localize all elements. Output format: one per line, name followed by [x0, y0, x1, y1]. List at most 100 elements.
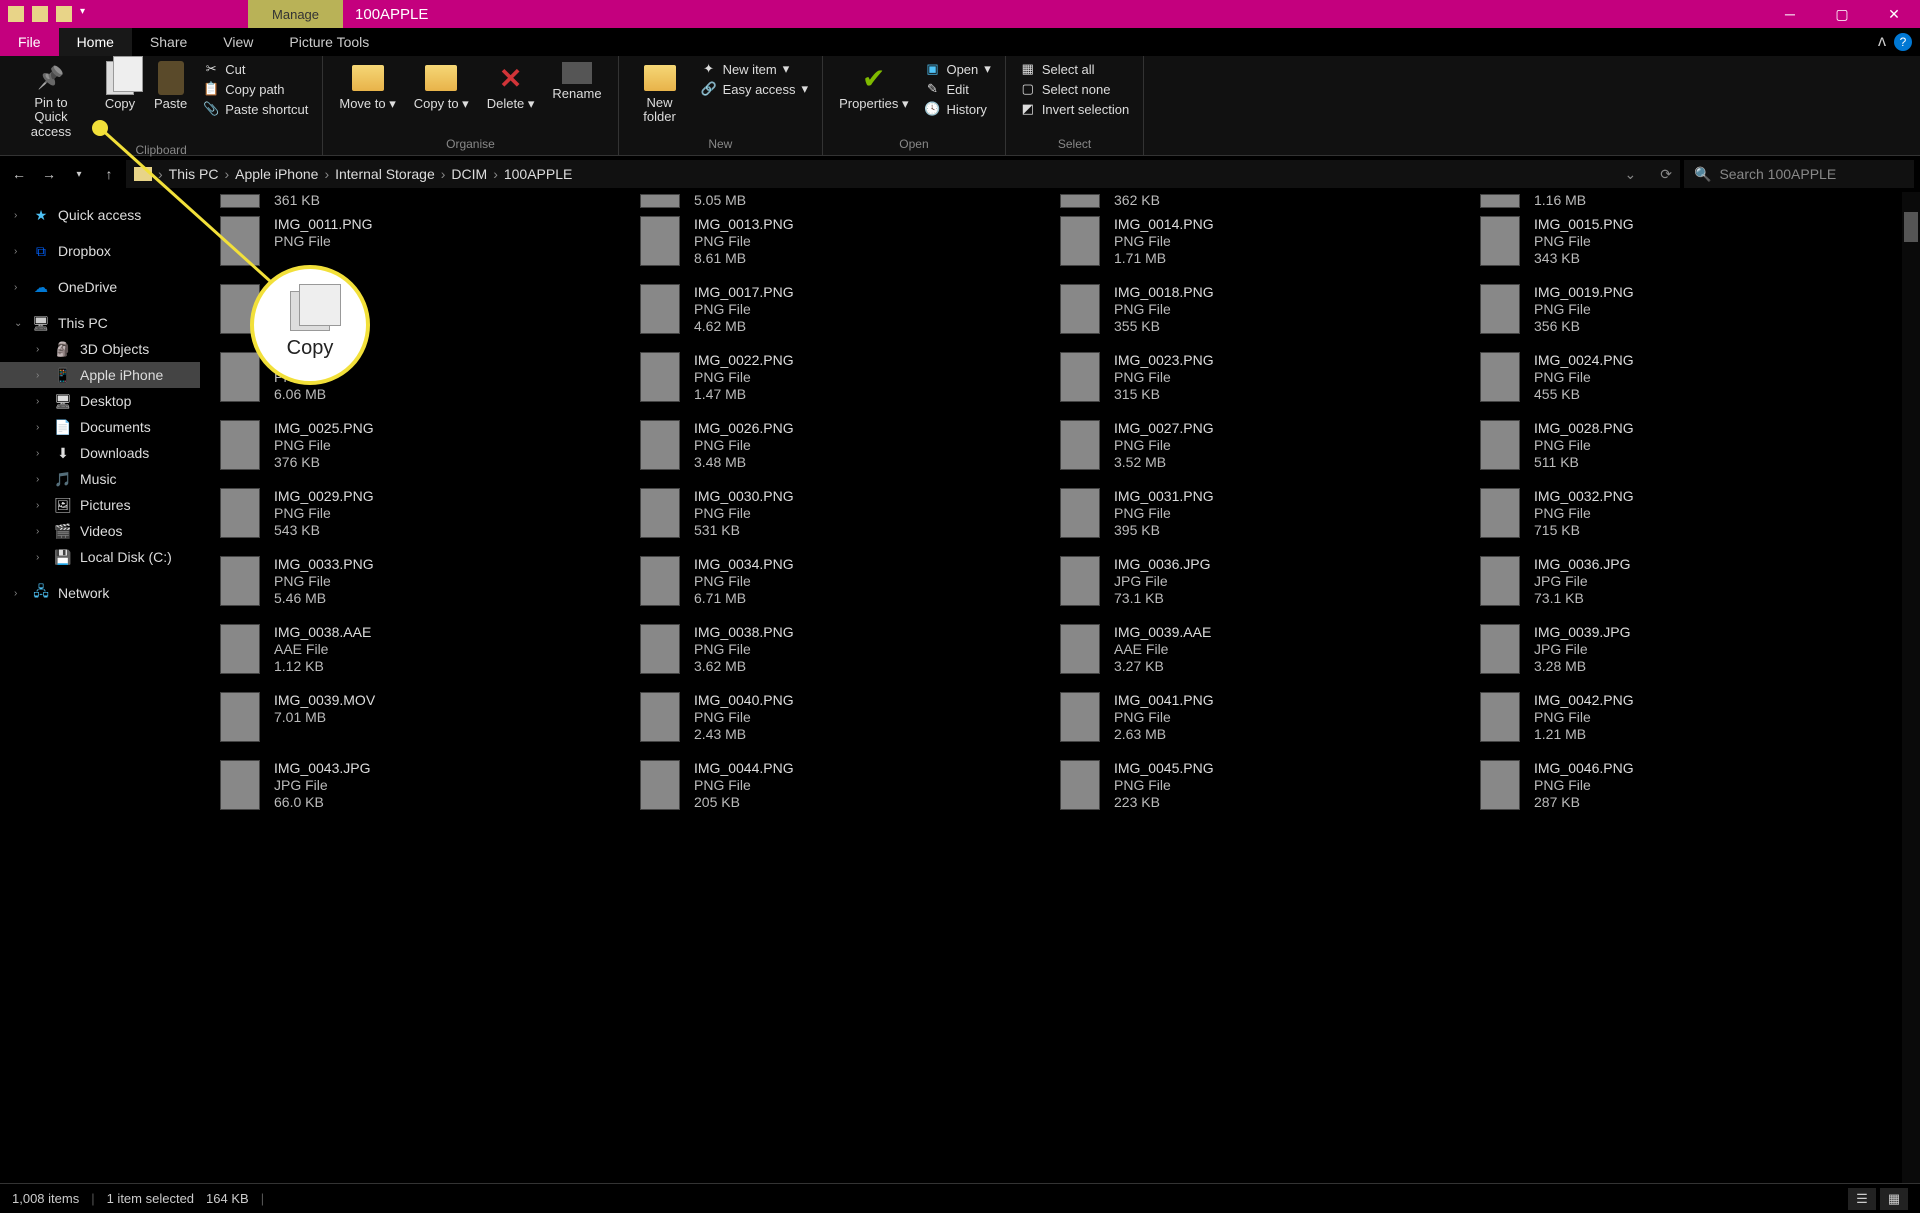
refresh-icon[interactable]: ⟳: [1660, 166, 1672, 183]
paste-shortcut-button[interactable]: 📎Paste shortcut: [199, 100, 312, 118]
file-item[interactable]: IMG_0019.PNG PNG File 356 KB: [1480, 280, 1900, 348]
delete-button[interactable]: ✕Delete ▾: [481, 60, 541, 114]
breadcrumb-dropdown-icon[interactable]: ⌄: [1625, 166, 1637, 183]
file-item[interactable]: IMG_0041.PNG PNG File 2.63 MB: [1060, 688, 1480, 756]
file-item[interactable]: 1.16 MB: [1480, 192, 1900, 212]
sidebar-item-network[interactable]: ›🖧Network: [0, 580, 200, 606]
file-item[interactable]: IMG_0034.PNG PNG File 6.71 MB: [640, 552, 1060, 620]
invert-selection-button[interactable]: ◩Invert selection: [1016, 100, 1133, 118]
sidebar-item-onedrive[interactable]: ›☁OneDrive: [0, 274, 200, 300]
folder-icon[interactable]: [8, 6, 24, 22]
easy-access-button[interactable]: 🔗Easy access ▾: [697, 80, 813, 98]
sidebar-item-apple-iphone[interactable]: ›📱Apple iPhone: [0, 362, 200, 388]
qat-dropdown-icon[interactable]: ▾: [80, 6, 85, 22]
file-item[interactable]: IMG_0014.PNG PNG File 1.71 MB: [1060, 212, 1480, 280]
history-button[interactable]: 🕓History: [920, 100, 994, 118]
file-item[interactable]: [220, 280, 640, 348]
up-button[interactable]: ↑: [96, 161, 122, 187]
move-to-button[interactable]: Move to ▾: [333, 60, 401, 114]
manage-tab[interactable]: Manage: [248, 0, 343, 28]
file-item[interactable]: IMG_0024.PNG PNG File 455 KB: [1480, 348, 1900, 416]
edit-button[interactable]: ✎Edit: [920, 80, 994, 98]
select-none-button[interactable]: ▢Select none: [1016, 80, 1133, 98]
file-item[interactable]: 5.05 MB: [640, 192, 1060, 212]
file-item[interactable]: IMG_0028.PNG PNG File 511 KB: [1480, 416, 1900, 484]
file-item[interactable]: IMG_0018.PNG PNG File 355 KB: [1060, 280, 1480, 348]
breadcrumb-item[interactable]: This PC: [169, 166, 219, 182]
breadcrumb-item[interactable]: Apple iPhone: [235, 166, 318, 182]
file-item[interactable]: IMG_0015.PNG PNG File 343 KB: [1480, 212, 1900, 280]
file-item[interactable]: IMG_0031.PNG PNG File 395 KB: [1060, 484, 1480, 552]
share-tab[interactable]: Share: [132, 28, 205, 56]
pin-quickaccess-button[interactable]: Pin to Quick access: [10, 60, 92, 141]
picture-tools-tab[interactable]: Picture Tools: [271, 28, 387, 56]
sidebar-item-3dobjects[interactable]: ›🗿3D Objects: [0, 336, 200, 362]
file-item[interactable]: IMG_0038.PNG PNG File 3.62 MB: [640, 620, 1060, 688]
sidebar-item-desktop[interactable]: ›🖥Desktop: [0, 388, 200, 414]
file-item[interactable]: IMG_0045.PNG PNG File 223 KB: [1060, 756, 1480, 824]
breadcrumb-item[interactable]: Internal Storage: [335, 166, 435, 182]
breadcrumb[interactable]: › This PC› Apple iPhone› Internal Storag…: [126, 160, 1680, 188]
file-item[interactable]: IMG_0027.PNG PNG File 3.52 MB: [1060, 416, 1480, 484]
new-item-button[interactable]: ✦New item ▾: [697, 60, 813, 78]
file-item[interactable]: IMG_0039.AAE AAE File 3.27 KB: [1060, 620, 1480, 688]
open-button[interactable]: ▣Open ▾: [920, 60, 994, 78]
properties-button[interactable]: ✔Properties ▾: [833, 60, 914, 114]
file-item[interactable]: IMG_0046.PNG PNG File 287 KB: [1480, 756, 1900, 824]
file-item[interactable]: .PNG PNG File 6.06 MB: [220, 348, 640, 416]
help-icon[interactable]: ?: [1894, 33, 1912, 51]
new-folder-button[interactable]: New folder: [629, 60, 691, 127]
thumbnails-view-button[interactable]: ▦: [1880, 1188, 1908, 1210]
sidebar-item-quickaccess[interactable]: ›★Quick access: [0, 202, 200, 228]
back-button[interactable]: ←: [6, 161, 32, 187]
file-item[interactable]: IMG_0043.JPG JPG File 66.0 KB: [220, 756, 640, 824]
sidebar-item-dropbox[interactable]: ›⧉Dropbox: [0, 238, 200, 264]
copy-to-button[interactable]: Copy to ▾: [408, 60, 475, 114]
sidebar-item-documents[interactable]: ›📄Documents: [0, 414, 200, 440]
newfolder-icon[interactable]: [56, 6, 72, 22]
file-item[interactable]: IMG_0017.PNG PNG File 4.62 MB: [640, 280, 1060, 348]
breadcrumb-item[interactable]: DCIM: [451, 166, 487, 182]
file-menu[interactable]: File: [0, 28, 59, 56]
file-item[interactable]: IMG_0040.PNG PNG File 2.43 MB: [640, 688, 1060, 756]
file-item[interactable]: IMG_0026.PNG PNG File 3.48 MB: [640, 416, 1060, 484]
file-item[interactable]: IMG_0030.PNG PNG File 531 KB: [640, 484, 1060, 552]
cut-button[interactable]: ✂Cut: [199, 60, 312, 78]
scrollbar[interactable]: [1902, 192, 1920, 1183]
sidebar-item-music[interactable]: ›🎵Music: [0, 466, 200, 492]
view-tab[interactable]: View: [205, 28, 271, 56]
scrollbar-thumb[interactable]: [1904, 212, 1918, 242]
file-item[interactable]: IMG_0039.JPG JPG File 3.28 MB: [1480, 620, 1900, 688]
file-item[interactable]: IMG_0023.PNG PNG File 315 KB: [1060, 348, 1480, 416]
maximize-button[interactable]: ▢: [1816, 0, 1868, 28]
file-pane[interactable]: 361 KB 5.05 MB 362 KB 1.16 MB IMG_0011.P…: [200, 192, 1920, 1183]
sidebar-item-downloads[interactable]: ›⬇Downloads: [0, 440, 200, 466]
copy-path-button[interactable]: 📋Copy path: [199, 80, 312, 98]
search-input[interactable]: 🔍 Search 100APPLE: [1684, 160, 1914, 188]
home-tab[interactable]: Home: [59, 28, 132, 56]
file-item[interactable]: IMG_0013.PNG PNG File 8.61 MB: [640, 212, 1060, 280]
file-item[interactable]: IMG_0036.JPG JPG File 73.1 KB: [1480, 552, 1900, 620]
sidebar-item-videos[interactable]: ›🎬Videos: [0, 518, 200, 544]
file-item[interactable]: IMG_0011.PNG PNG File: [220, 212, 640, 280]
file-item[interactable]: IMG_0038.AAE AAE File 1.12 KB: [220, 620, 640, 688]
sidebar-item-thispc[interactable]: ⌄🖥This PC: [0, 310, 200, 336]
file-item[interactable]: IMG_0033.PNG PNG File 5.46 MB: [220, 552, 640, 620]
file-item[interactable]: IMG_0025.PNG PNG File 376 KB: [220, 416, 640, 484]
file-item[interactable]: 362 KB: [1060, 192, 1480, 212]
minimize-button[interactable]: ─: [1764, 0, 1816, 28]
recent-dropdown[interactable]: ▾: [66, 161, 92, 187]
collapse-ribbon-icon[interactable]: ʌ: [1878, 33, 1886, 51]
file-item[interactable]: IMG_0044.PNG PNG File 205 KB: [640, 756, 1060, 824]
file-item[interactable]: IMG_0039.MOV 7.01 MB: [220, 688, 640, 756]
rename-button[interactable]: Rename: [546, 60, 607, 103]
paste-button[interactable]: Paste: [148, 60, 193, 113]
details-view-button[interactable]: ☰: [1848, 1188, 1876, 1210]
copy-button[interactable]: Copy: [98, 60, 142, 113]
file-item[interactable]: IMG_0022.PNG PNG File 1.47 MB: [640, 348, 1060, 416]
forward-button[interactable]: →: [36, 161, 62, 187]
file-item[interactable]: IMG_0029.PNG PNG File 543 KB: [220, 484, 640, 552]
file-item[interactable]: IMG_0042.PNG PNG File 1.21 MB: [1480, 688, 1900, 756]
file-item[interactable]: IMG_0032.PNG PNG File 715 KB: [1480, 484, 1900, 552]
sidebar-item-localdisk[interactable]: ›💾Local Disk (C:): [0, 544, 200, 570]
